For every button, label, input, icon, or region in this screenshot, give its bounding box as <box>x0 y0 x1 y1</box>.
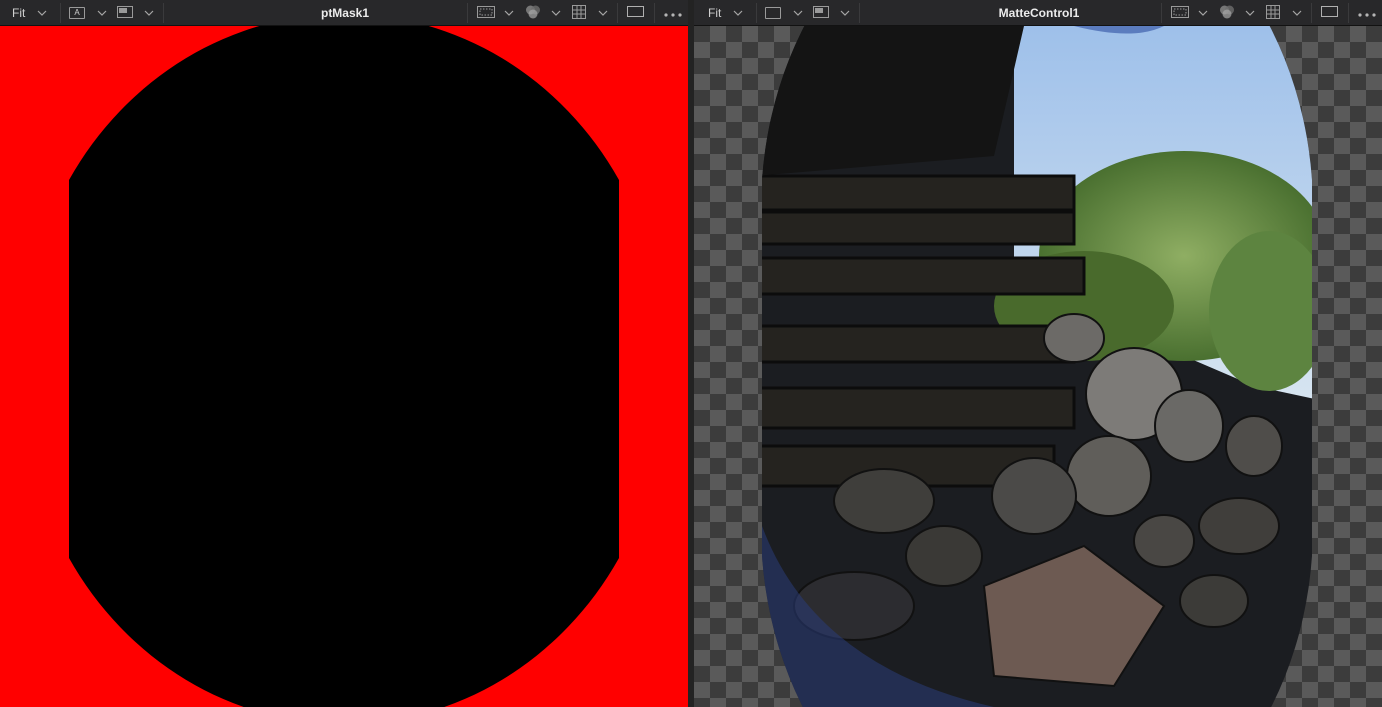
right-more-options-button[interactable] <box>1358 0 1376 26</box>
more-options-icon <box>1358 6 1376 20</box>
right-viewer-title: MatteControl1 <box>998 6 1080 20</box>
left-more-options-button[interactable] <box>664 0 682 26</box>
fisheye-photo <box>762 26 1312 707</box>
chevron-down-icon <box>840 10 850 16</box>
roi-icon <box>477 5 495 21</box>
right-channel-dropdown[interactable] <box>765 0 803 26</box>
left-frame-button[interactable] <box>627 0 644 26</box>
chevron-down-icon <box>793 10 803 16</box>
display-mode-icon <box>813 5 829 21</box>
right-grid-dropdown[interactable] <box>1266 0 1302 26</box>
dual-viewer-area: Fit A ptMask1 Fit MatteControl1 <box>0 0 1382 707</box>
right-viewer-toolbar: Fit MatteControl1 <box>694 0 1382 26</box>
channel-icon <box>765 7 781 19</box>
chevron-down-icon <box>1292 10 1302 16</box>
toolbar-separator <box>1161 3 1162 23</box>
chevron-down-icon <box>504 10 514 16</box>
right-display-mode-dropdown[interactable] <box>813 0 850 26</box>
chevron-down-icon <box>1198 10 1208 16</box>
left-viewer: Fit A ptMask1 <box>0 0 688 707</box>
left-display-mode-dropdown[interactable] <box>117 0 154 26</box>
left-fit-label: Fit <box>12 6 26 20</box>
right-fit-dropdown[interactable]: Fit <box>708 0 743 26</box>
frame-icon <box>627 6 644 20</box>
toolbar-separator <box>617 3 618 23</box>
left-roi-dropdown[interactable] <box>477 0 514 26</box>
left-grid-dropdown[interactable] <box>572 0 608 26</box>
toolbar-separator <box>654 3 655 23</box>
left-color-dropdown[interactable] <box>524 0 561 26</box>
roi-icon <box>1171 5 1189 21</box>
right-viewer: Fit MatteControl1 <box>694 0 1382 707</box>
color-wheels-icon <box>524 4 542 23</box>
more-options-icon <box>664 6 682 20</box>
right-frame-button[interactable] <box>1321 0 1338 26</box>
channel-a-icon: A <box>69 7 85 19</box>
color-wheels-icon <box>1218 4 1236 23</box>
chevron-down-icon <box>97 10 107 16</box>
toolbar-separator <box>60 3 61 23</box>
left-channel-dropdown[interactable]: A <box>69 0 107 26</box>
chevron-down-icon <box>733 10 743 16</box>
chevron-down-icon <box>144 10 154 16</box>
toolbar-separator <box>756 3 757 23</box>
toolbar-separator <box>859 3 860 23</box>
toolbar-separator <box>1348 3 1349 23</box>
right-color-dropdown[interactable] <box>1218 0 1255 26</box>
chevron-down-icon <box>37 10 47 16</box>
chevron-down-icon <box>551 10 561 16</box>
grid-icon <box>572 4 586 22</box>
left-viewer-toolbar: Fit A ptMask1 <box>0 0 688 26</box>
toolbar-separator <box>1311 3 1312 23</box>
display-mode-icon <box>117 5 133 21</box>
right-fit-label: Fit <box>708 6 722 20</box>
right-viewer-canvas[interactable] <box>694 26 1382 707</box>
frame-icon <box>1321 6 1338 20</box>
mask-image <box>69 26 619 707</box>
toolbar-separator <box>163 3 164 23</box>
left-viewer-canvas[interactable] <box>0 26 688 707</box>
left-viewer-title: ptMask1 <box>320 6 370 20</box>
grid-icon <box>1266 4 1280 22</box>
chevron-down-icon <box>598 10 608 16</box>
toolbar-separator <box>467 3 468 23</box>
chevron-down-icon <box>1245 10 1255 16</box>
right-roi-dropdown[interactable] <box>1171 0 1208 26</box>
left-fit-dropdown[interactable]: Fit <box>12 0 47 26</box>
